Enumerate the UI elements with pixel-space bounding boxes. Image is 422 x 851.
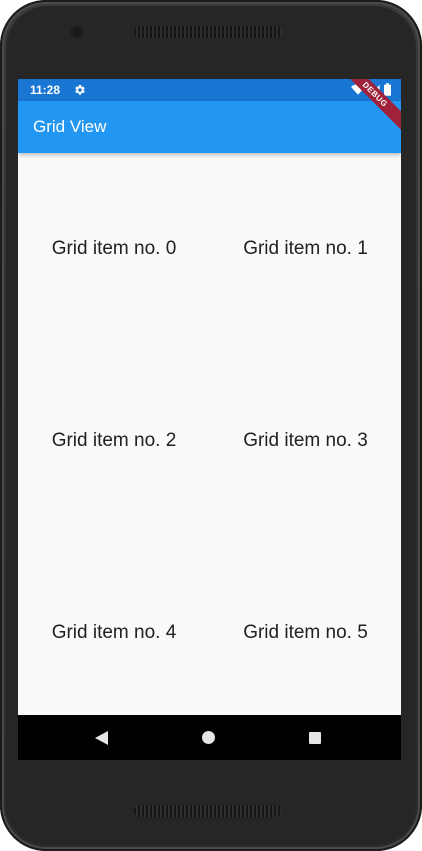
recents-square-icon[interactable]: [309, 732, 321, 744]
system-navigation-bar: [18, 715, 401, 760]
back-triangle-icon[interactable]: [95, 731, 108, 745]
app-bar: Grid View: [18, 101, 401, 153]
screen: 11:28 Grid View DEBUG Grid item no. 0 Gr…: [18, 79, 401, 760]
grid-item[interactable]: Grid item no. 1: [210, 153, 401, 345]
top-speaker-grille: [134, 26, 282, 38]
home-circle-icon[interactable]: [202, 731, 215, 744]
grid-item-label: Grid item no. 5: [243, 622, 368, 643]
gear-icon: [75, 84, 85, 95]
grid-item-label: Grid item no. 3: [243, 430, 368, 451]
grid-item[interactable]: Grid item no. 0: [18, 153, 210, 345]
status-bar: 11:28: [18, 79, 401, 101]
bottom-speaker-grille: [134, 805, 282, 817]
grid-item-label: Grid item no. 4: [51, 622, 177, 643]
app-bar-title: Grid View: [33, 117, 107, 136]
grid-item[interactable]: Grid item no. 4: [18, 537, 210, 729]
battery-icon: [384, 83, 391, 96]
grid-item-label: Grid item no. 2: [51, 430, 177, 451]
grid-item[interactable]: Grid item no. 5: [210, 537, 401, 729]
grid-view[interactable]: Grid item no. 0 Grid item no. 1 Grid ite…: [18, 153, 401, 715]
grid-item-label: Grid item no. 1: [243, 238, 368, 259]
grid-item-label: Grid item no. 0: [51, 238, 177, 259]
status-time: 11:28: [30, 83, 61, 97]
phone-frame: 11:28 Grid View DEBUG Grid item no. 0 Gr…: [0, 0, 422, 851]
grid-item[interactable]: Grid item no. 3: [210, 345, 401, 537]
grid-item[interactable]: Grid item no. 2: [18, 345, 210, 537]
front-camera: [72, 27, 82, 37]
